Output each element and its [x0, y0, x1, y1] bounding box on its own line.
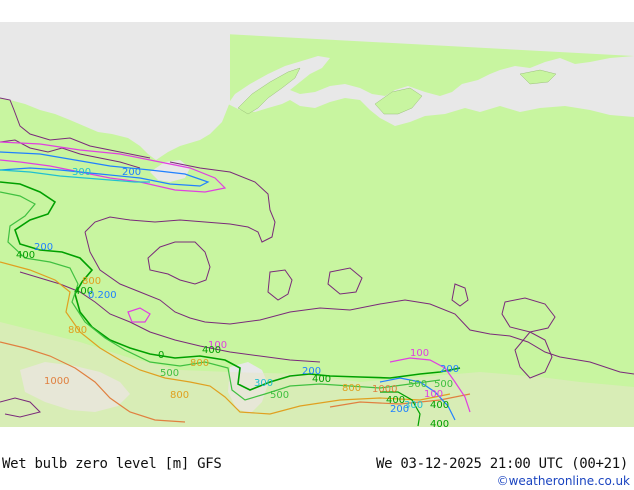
contour-label: 200: [390, 404, 409, 415]
contour-label: 400: [202, 345, 221, 356]
contour-label: 500: [270, 390, 289, 401]
contour-label: 500: [160, 368, 179, 379]
credit-link[interactable]: ©weatheronline.co.uk: [497, 474, 630, 488]
contour-label: 200: [440, 364, 459, 375]
contour-label: 200: [122, 167, 141, 178]
contour-label: 400: [430, 419, 449, 427]
contour-label: 0: [158, 350, 164, 361]
contour-label: 100: [424, 389, 443, 400]
contour-label: 800: [68, 325, 87, 336]
contour-label: 1000: [372, 384, 397, 395]
contour-label: 1000: [44, 376, 69, 387]
contour-label: 400: [312, 374, 331, 385]
contour-label: 800: [342, 383, 361, 394]
contour-label: 0.200: [88, 290, 117, 301]
contour-label: 800: [170, 390, 189, 401]
map-timestamp: We 03-12-2025 21:00 UTC (00+21): [376, 456, 628, 472]
contour-label: 200: [34, 242, 53, 253]
weather-map: 300 200 200 400 800 400 0.200 800 1000 1…: [0, 22, 634, 427]
contour-label: 400: [430, 400, 449, 411]
contour-label: 400: [16, 250, 35, 261]
contour-label: 300: [254, 378, 273, 389]
contour-label: 800: [190, 358, 209, 369]
map-title: Wet bulb zero level [m] GFS: [2, 456, 222, 472]
contour-label: 300: [72, 167, 91, 178]
contour-label: 100: [410, 348, 429, 359]
